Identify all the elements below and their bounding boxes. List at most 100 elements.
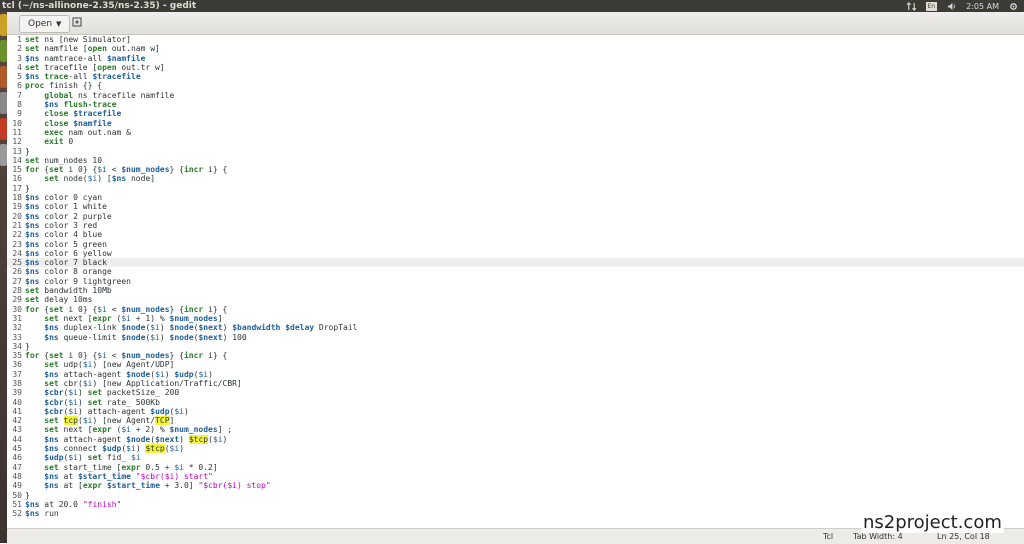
code-token: i} {	[203, 351, 228, 361]
language-selector[interactable]: Tcl	[823, 529, 833, 544]
code-line[interactable]: 51 $ns at 20.0 "finish"	[7, 500, 1024, 509]
code-line[interactable]: 9 close $tracefile	[7, 109, 1024, 118]
settings-gear-icon[interactable]	[1009, 2, 1018, 11]
code-line[interactable]: 15 for {set i 0} {$i < $num_nodes} {incr …	[7, 165, 1024, 174]
code-line[interactable]: 50}	[7, 491, 1024, 500]
code-token: $delay	[285, 323, 315, 333]
code-line[interactable]: 19 $ns color 1 white	[7, 202, 1024, 211]
code-token: color 0 cyan	[39, 193, 103, 203]
code-line[interactable]: 8 $ns flush-trace	[7, 100, 1024, 109]
code-line[interactable]: 18 $ns color 0 cyan	[7, 193, 1024, 202]
code-token: $ns	[44, 100, 59, 110]
code-line[interactable]: 12 exit 0	[7, 137, 1024, 146]
code-line[interactable]: 10 close $namfile	[7, 119, 1024, 128]
code-token: $cbr	[44, 397, 64, 407]
code-line[interactable]: 4 set tracefile [open out.tr w]	[7, 63, 1024, 72]
code-token: color 8 orange	[39, 267, 112, 277]
launcher-app-icon[interactable]	[0, 144, 7, 166]
code-line[interactable]: 47 set start_time [expr 0.5 + $i * 0.2]	[7, 463, 1024, 472]
code-line[interactable]: 3 $ns namtrace-all $namfile	[7, 54, 1024, 63]
code-token: )	[208, 369, 213, 379]
code-token: set	[44, 425, 59, 435]
code-line[interactable]: 11 exec nam out.nam &	[7, 128, 1024, 137]
code-line[interactable]: 49 $ns at [expr $start_time + 3.0] "$cbr…	[7, 481, 1024, 490]
code-line[interactable]: 17}	[7, 184, 1024, 193]
code-token: bandwidth 10Mb	[39, 286, 112, 296]
line-number: 17	[12, 183, 22, 193]
code-line[interactable]: 45 $ns connect $udp($i) $tcp($i)	[7, 444, 1024, 454]
code-line[interactable]: 33 $ns queue-limit $node($i) $node($next…	[7, 333, 1024, 342]
code-line[interactable]: 42 set tcp($i) [new Agent/TCP]	[7, 416, 1024, 426]
code-line[interactable]: 5 $ns trace-all $tracefile	[7, 72, 1024, 81]
code-token: $i	[68, 406, 78, 416]
code-line[interactable]: 34}	[7, 342, 1024, 351]
code-editor[interactable]: 1 set ns [new Simulator] 2 set namfile [ope…	[7, 35, 1024, 528]
code-token: } {	[169, 351, 184, 361]
code-token: $ns	[25, 248, 40, 258]
code-token: $ns	[111, 174, 127, 184]
launcher-app-icon[interactable]	[0, 40, 7, 62]
code-line[interactable]: 44 $ns attach-agent $node($next) $tcp($i…	[7, 434, 1024, 444]
code-line[interactable]: 16 set node($i) [$ns node]	[7, 174, 1024, 183]
launcher-app-icon[interactable]	[0, 66, 7, 88]
code-line[interactable]: 27 $ns color 9 lightgreen	[7, 277, 1024, 286]
code-line[interactable]: 26 $ns color 8 orange	[7, 267, 1024, 276]
code-line[interactable]: 43 set next [expr ($i + 2) % $num_nodes]…	[7, 425, 1024, 434]
code-line[interactable]: 22 $ns color 4 blue	[7, 230, 1024, 239]
code-line[interactable]: 40 $cbr($i) set rate_ 500Kb	[7, 398, 1024, 407]
code-line[interactable]: 6 proc finish {} {	[7, 81, 1024, 90]
code-token: attach-agent	[58, 434, 127, 444]
line-number: 3	[17, 53, 22, 63]
code-line[interactable]: 37 $ns attach-agent $node($i) $udp($i)	[7, 370, 1024, 379]
network-transfer-icon[interactable]	[906, 1, 916, 11]
code-token: ) [new Application/Traffic/CBR]	[92, 378, 242, 388]
code-token: $ns	[25, 202, 40, 212]
code-line[interactable]: 29 set delay 10ms	[7, 295, 1024, 304]
code-line[interactable]: 21 $ns color 3 red	[7, 221, 1024, 230]
code-line[interactable]: 38 set cbr($i) [new Application/Traffic/…	[7, 379, 1024, 388]
code-line[interactable]: 31 set next [expr ($i + 1) % $num_nodes]	[7, 314, 1024, 323]
code-line[interactable]: 13}	[7, 147, 1024, 156]
keyboard-layout-indicator[interactable]: En	[925, 1, 938, 11]
code-line[interactable]: 2 set namfile [open out.nam w]	[7, 44, 1024, 53]
new-document-button[interactable]	[69, 15, 85, 31]
code-token: trace	[44, 72, 69, 82]
code-token: $i	[97, 304, 107, 314]
code-line[interactable]: 25 $ns color 7 black	[7, 258, 1024, 268]
code-token: }	[25, 146, 30, 156]
code-line[interactable]: 35 for {set i 0} {$i < $num_nodes} {incr …	[7, 351, 1024, 360]
line-number: 32	[12, 323, 22, 333]
code-token: $ns	[25, 276, 40, 286]
code-line[interactable]: 23 $ns color 5 green	[7, 240, 1024, 249]
code-line[interactable]: 24 $ns color 6 yellow	[7, 249, 1024, 258]
code-line[interactable]: 20 $ns color 2 purple	[7, 212, 1024, 221]
open-button[interactable]: Open ▼	[19, 15, 71, 33]
code-line[interactable]: 32 $ns duplex-link $node($i) $node($next…	[7, 323, 1024, 332]
code-line[interactable]: 46 $udp($i) set fid_ $i	[7, 453, 1024, 462]
code-token: $ns	[44, 434, 59, 444]
code-line[interactable]: 28 set bandwidth 10Mb	[7, 286, 1024, 295]
launcher-app-icon[interactable]	[0, 14, 7, 36]
clock[interactable]: 2:05 AM	[966, 2, 999, 11]
code-line[interactable]: 30 for {set i 0} {$i < $num_nodes} {incr …	[7, 305, 1024, 314]
code-token: $cbr	[44, 388, 64, 398]
launcher-app-icon[interactable]	[0, 92, 7, 114]
code-line[interactable]: 14 set num_nodes 10	[7, 156, 1024, 165]
code-line[interactable]: 48 $ns at $start_time "$cbr($i) start"	[7, 472, 1024, 481]
code-token: $ns	[25, 220, 40, 230]
code-token: set	[25, 35, 40, 44]
code-line[interactable]: 7 global ns tracefile namfile	[7, 91, 1024, 100]
code-token: + 2) %	[130, 425, 170, 435]
volume-icon[interactable]	[947, 2, 956, 11]
line-number: 22	[12, 230, 22, 240]
code-token: $i	[68, 388, 78, 398]
code-line[interactable]: 41 $cbr($i) attach-agent $udp($i)	[7, 407, 1024, 416]
code-line[interactable]: 39 $cbr($i) set packetSize_ 200	[7, 388, 1024, 397]
code-line[interactable]: 36 set udp($i) [new Agent/UDP]	[7, 360, 1024, 369]
code-line[interactable]: 1 set ns [new Simulator]	[7, 35, 1024, 44]
line-number: 33	[12, 332, 22, 342]
launcher-app-icon[interactable]	[0, 118, 7, 140]
code-token: ) [new Agent/UDP]	[92, 360, 175, 370]
code-token: incr	[183, 165, 204, 175]
